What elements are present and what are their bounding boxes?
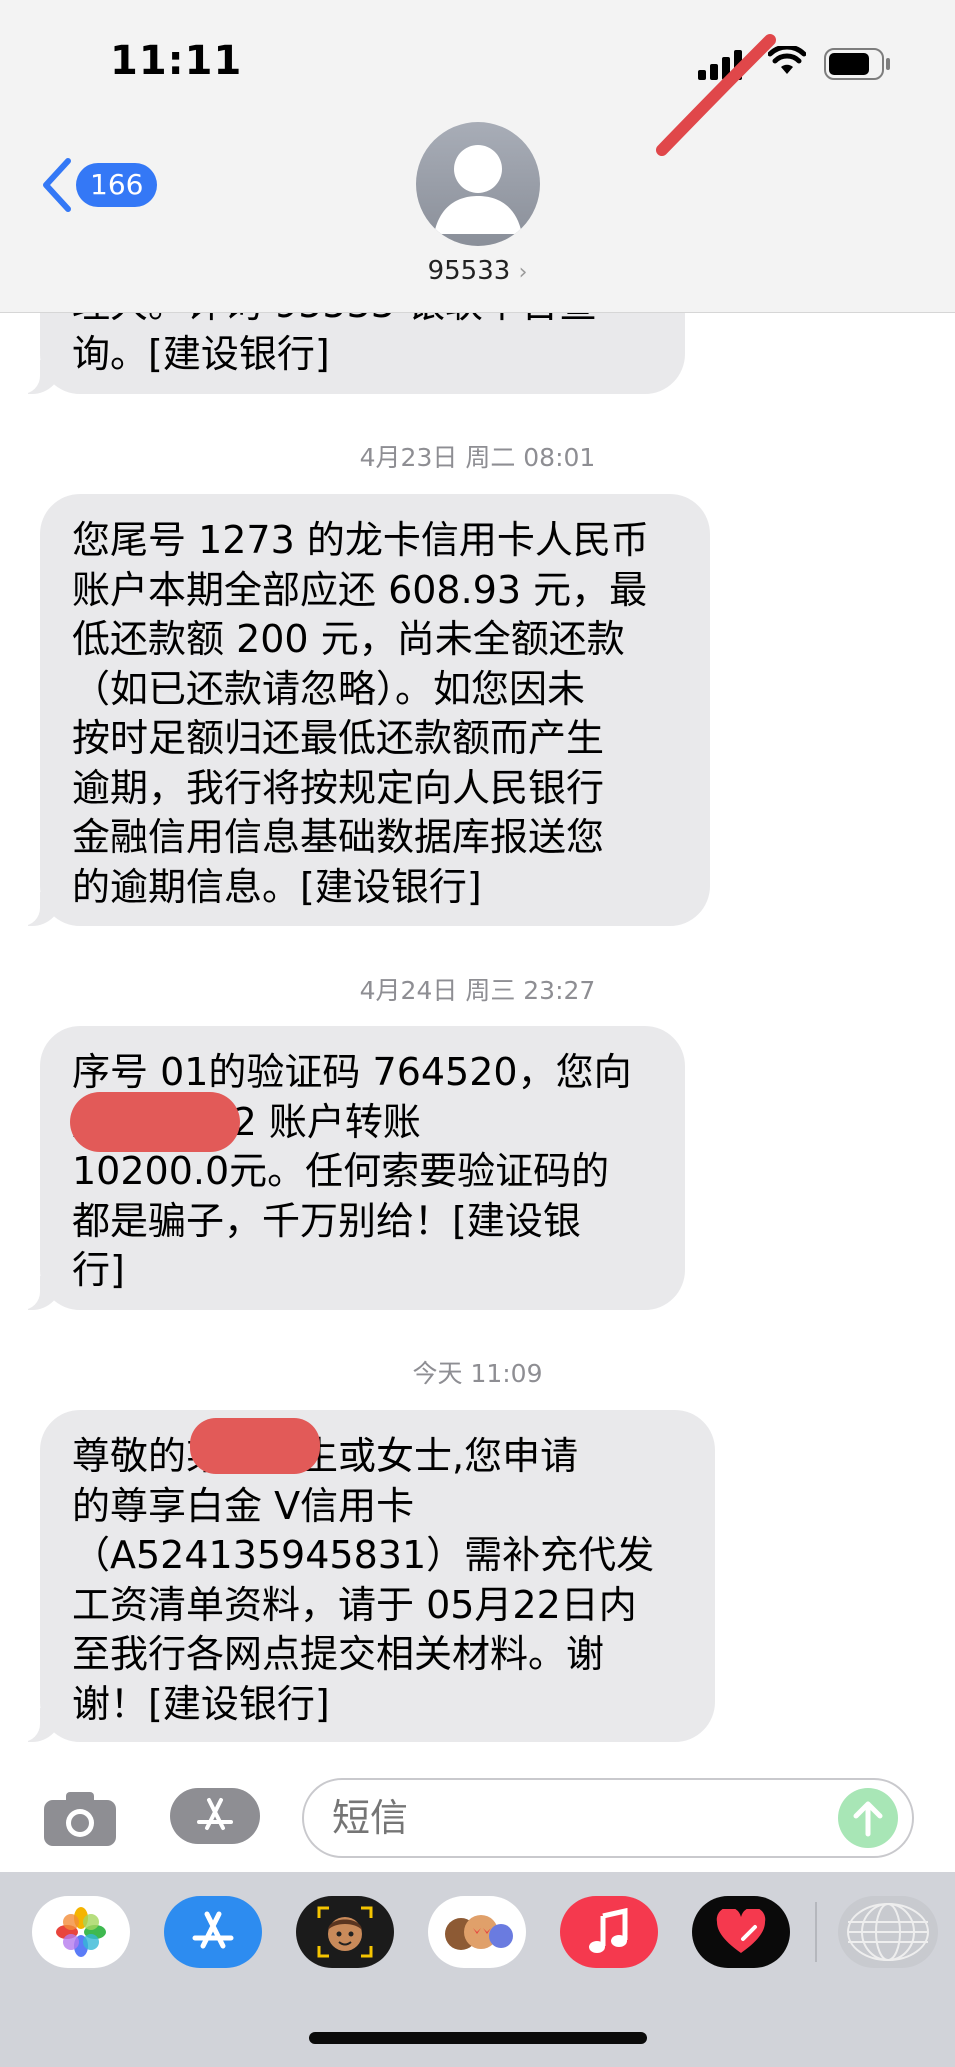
digital-touch-icon[interactable]	[692, 1896, 790, 1968]
home-indicator[interactable]	[309, 2032, 647, 2044]
message-bubble[interactable]: 尊敬的某某先生或女士,您申请 的尊享白金 V信用卡 （A524135945831…	[20, 1410, 715, 1742]
send-button[interactable]	[838, 1788, 898, 1848]
redaction-mark	[190, 1418, 320, 1474]
tray-divider	[815, 1902, 817, 1962]
app-store-glyph-icon	[197, 1798, 233, 1830]
redaction-mark	[70, 1092, 240, 1152]
stickers-faces-icon	[445, 1915, 513, 1950]
apps-button[interactable]	[170, 1788, 260, 1844]
heart-icon	[716, 1909, 766, 1953]
person-icon	[434, 145, 522, 234]
app-store-icon[interactable]	[164, 1896, 262, 1968]
compose-bar	[0, 1762, 955, 1872]
wifi-icon	[768, 46, 806, 74]
photos-flower-icon	[56, 1907, 106, 1957]
music-note-icon	[589, 1908, 628, 1953]
message-timestamp: 4月23日 周二 08:01	[359, 443, 596, 472]
battery-icon	[824, 48, 890, 80]
photos-icon[interactable]	[32, 1896, 130, 1968]
app-tray	[0, 1872, 955, 2067]
status-time: 11:11	[110, 38, 243, 84]
cellular-signal-icon	[698, 50, 742, 80]
grid-icon	[847, 1903, 929, 1961]
animoji-stickers-icon[interactable]	[428, 1896, 526, 1968]
contact-avatar[interactable]	[416, 122, 540, 246]
message-bubble[interactable]: 序号 01的验证码 764520，您向 尾号 9142 账户转账 10200.0…	[20, 1026, 685, 1310]
music-icon[interactable]	[560, 1896, 658, 1968]
back-button[interactable]: 166	[40, 155, 160, 215]
app-store-a-icon	[192, 1911, 234, 1949]
more-apps-icon[interactable]	[838, 1896, 938, 1968]
unread-count-badge: 166	[76, 163, 158, 207]
arrow-up-icon	[853, 1801, 883, 1837]
contact-name[interactable]: 95533 ›	[0, 256, 955, 286]
conversation-header: 11:11 166 95533 ›	[0, 0, 955, 313]
message-timestamp: 4月24日 周三 23:27	[359, 976, 596, 1005]
memoji-icon[interactable]	[296, 1896, 394, 1968]
chevron-left-icon	[43, 158, 71, 212]
memoji-face-icon	[317, 1906, 373, 1958]
message-timestamp: 今天 11:09	[412, 1359, 543, 1388]
message-bubble[interactable]: 您尾号 1273 的龙卡信用卡人民币 账户本期全部应还 608.93 元，最 低…	[20, 494, 710, 926]
message-input[interactable]	[302, 1778, 914, 1858]
camera-icon[interactable]	[42, 1790, 118, 1848]
chevron-right-icon: ›	[518, 260, 528, 285]
status-bar: 11:11	[0, 0, 955, 110]
